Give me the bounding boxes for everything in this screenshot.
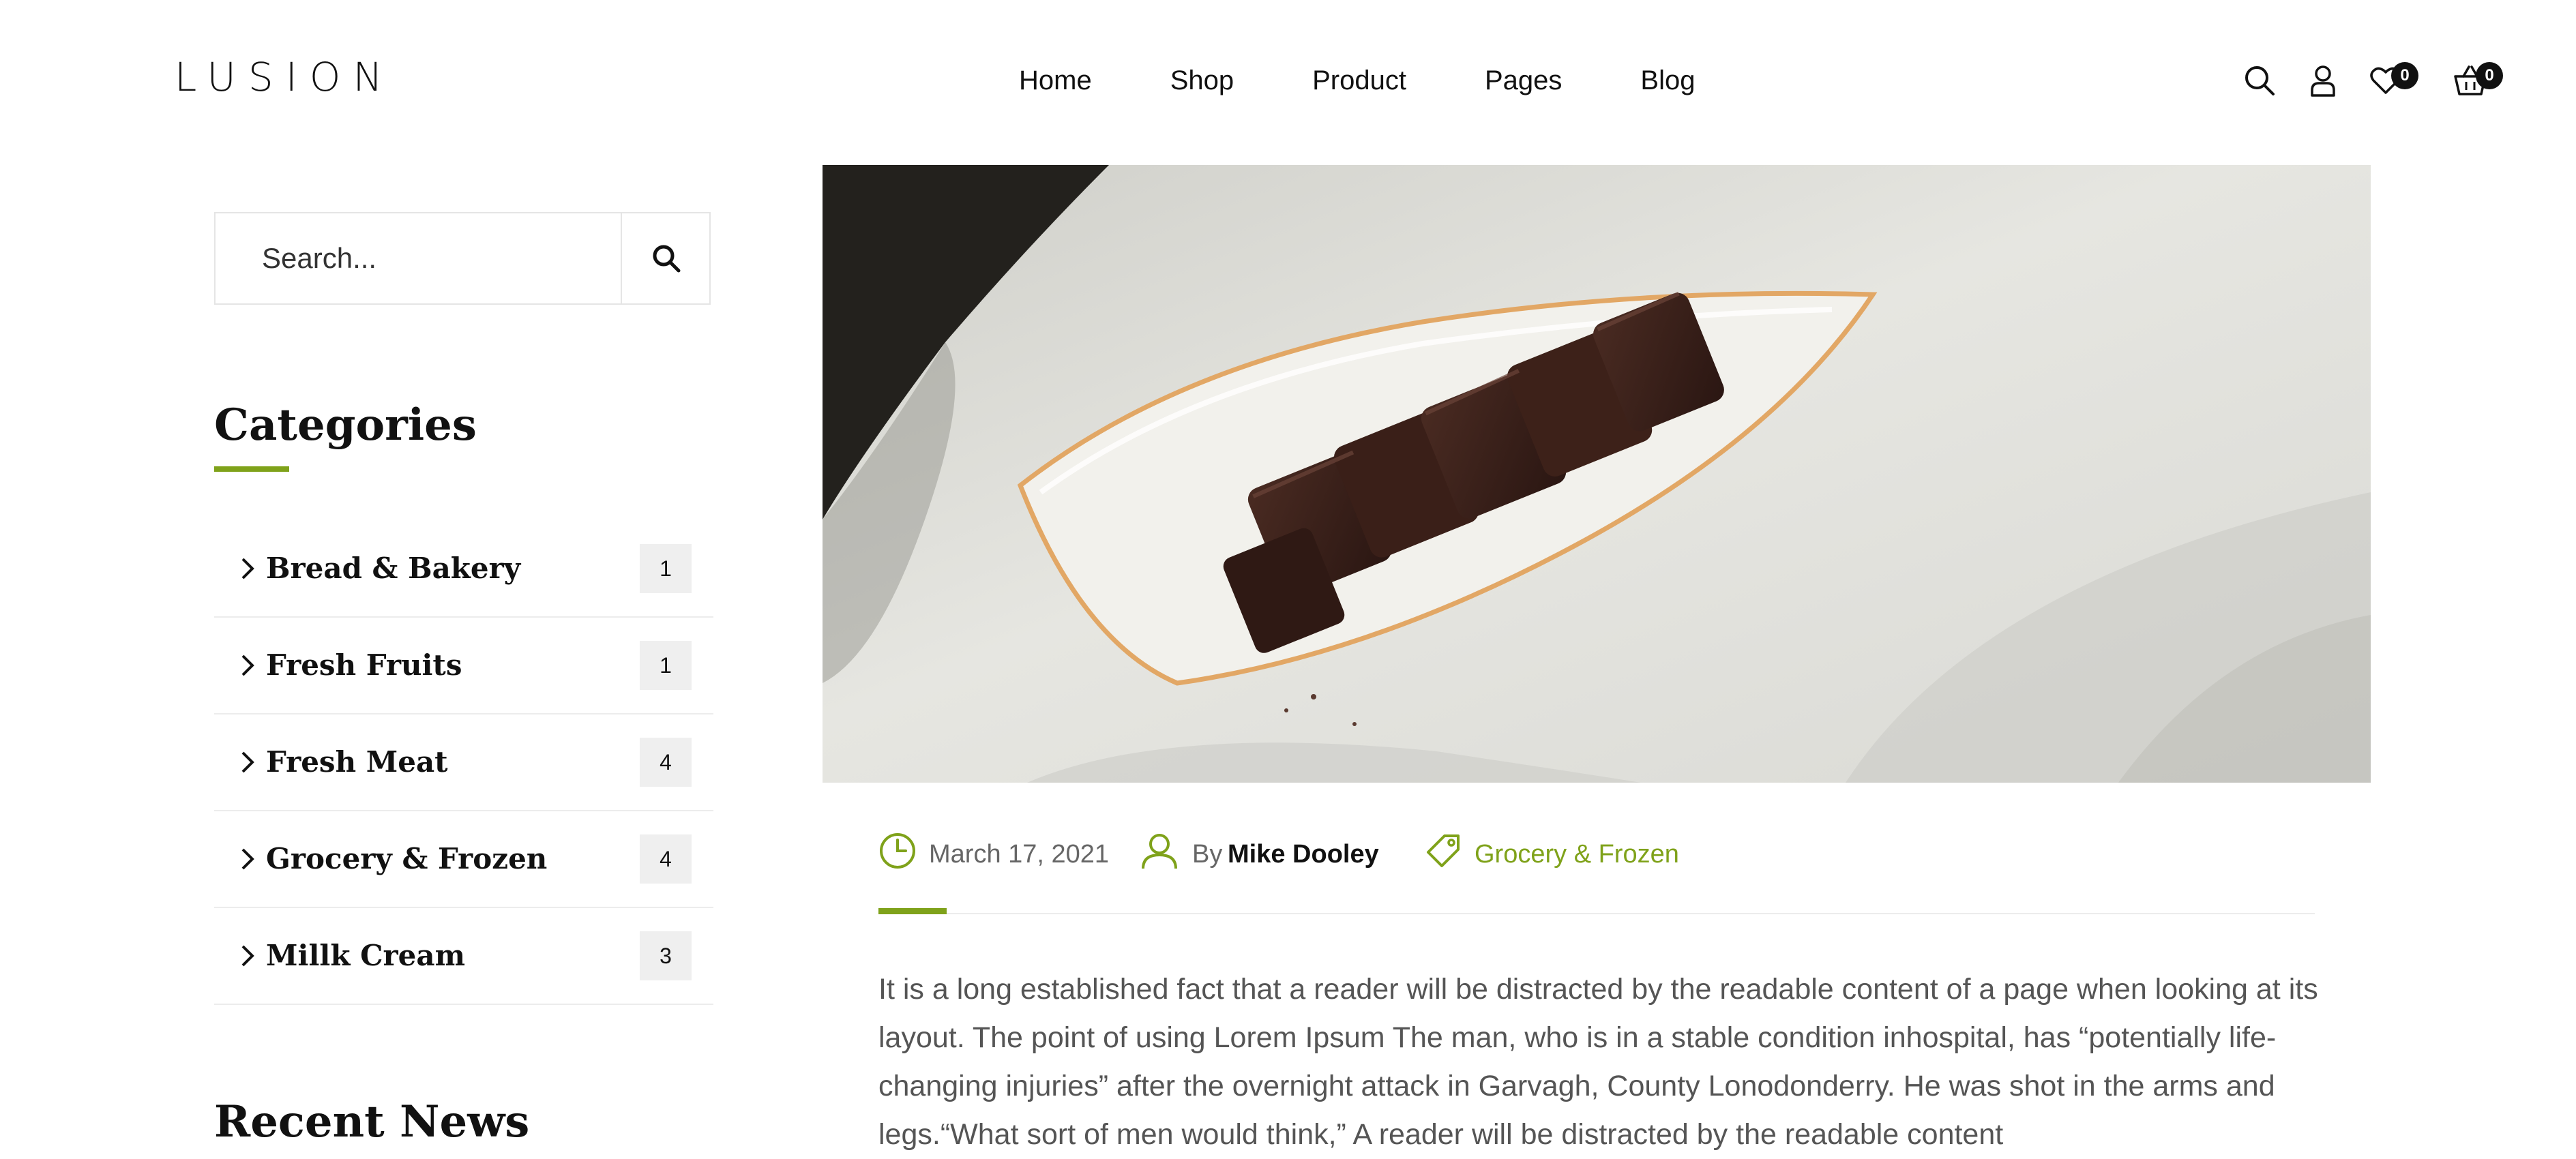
recent-news-title: Recent News (214, 1096, 530, 1147)
nav-blog[interactable]: Blog (1640, 60, 1695, 101)
category-item-grocery-frozen[interactable]: Grocery & Frozen 4 (214, 811, 713, 908)
category-count: 1 (640, 544, 692, 593)
user-icon[interactable] (2307, 64, 2339, 97)
site-logo[interactable]: LUSION (175, 53, 395, 101)
wishlist-count-badge: 0 (2391, 62, 2418, 89)
post-author-name[interactable]: Mike Dooley (1228, 830, 1379, 878)
meta-accent-bar (878, 908, 947, 914)
category-item-fresh-fruits[interactable]: Fresh Fruits 1 (214, 618, 713, 714)
chevron-right-icon (241, 751, 254, 773)
chevron-right-icon (241, 558, 254, 580)
category-label[interactable]: Bread & Bakery (266, 550, 520, 588)
sidebar-search (214, 212, 711, 305)
category-label[interactable]: Fresh Meat (266, 743, 448, 781)
cart-count-badge: 0 (2476, 62, 2503, 89)
category-item-fresh-meat[interactable]: Fresh Meat 4 (214, 714, 713, 811)
category-item-millk-cream[interactable]: Millk Cream 3 (214, 908, 713, 1005)
nav-shop[interactable]: Shop (1170, 60, 1234, 101)
chevron-right-icon (241, 654, 254, 676)
post-date: March 17, 2021 (878, 830, 1110, 878)
category-count: 3 (640, 931, 692, 980)
nav-pages[interactable]: Pages (1485, 60, 1562, 101)
categories-title: Categories (214, 400, 477, 451)
category-count: 4 (640, 738, 692, 787)
site-header: LUSION Home Shop Product Pages Blog 0 0 (0, 0, 2576, 157)
post-body: It is a long established fact that a rea… (878, 973, 2318, 1151)
category-count: 1 (640, 641, 692, 690)
search-input[interactable] (216, 213, 621, 303)
post-category: Grocery & Frozen (1424, 830, 1711, 878)
tag-icon (1427, 834, 1460, 867)
category-label[interactable]: Fresh Fruits (266, 646, 462, 684)
category-item-bread-bakery[interactable]: Bread & Bakery 1 (214, 521, 713, 618)
user-icon (1142, 834, 1177, 869)
nav-product[interactable]: Product (1312, 60, 1406, 101)
chevron-right-icon (241, 945, 254, 967)
clock-icon (880, 833, 915, 869)
search-icon (653, 245, 681, 273)
chevron-right-icon (241, 848, 254, 870)
post-date-text: March 17, 2021 (929, 840, 1110, 869)
categories-list: Bread & Bakery 1 Fresh Fruits 1 Fresh Me… (214, 521, 713, 1005)
search-button[interactable] (621, 213, 709, 303)
post-featured-image (823, 165, 2371, 783)
meta-divider (878, 913, 2315, 914)
category-label[interactable]: Millk Cream (266, 937, 465, 975)
category-count: 4 (640, 834, 692, 884)
main-nav: Home Shop Product Pages Blog (1019, 60, 1695, 101)
categories-title-underline (214, 466, 289, 472)
post-author: By Mike Dooley (1140, 830, 1386, 878)
nav-home[interactable]: Home (1019, 60, 1092, 101)
category-label[interactable]: Grocery & Frozen (266, 840, 547, 878)
search-icon[interactable] (2243, 64, 2276, 97)
post-by-label: By (1192, 840, 1223, 869)
post-category-link[interactable]: Grocery & Frozen (1475, 830, 1679, 878)
